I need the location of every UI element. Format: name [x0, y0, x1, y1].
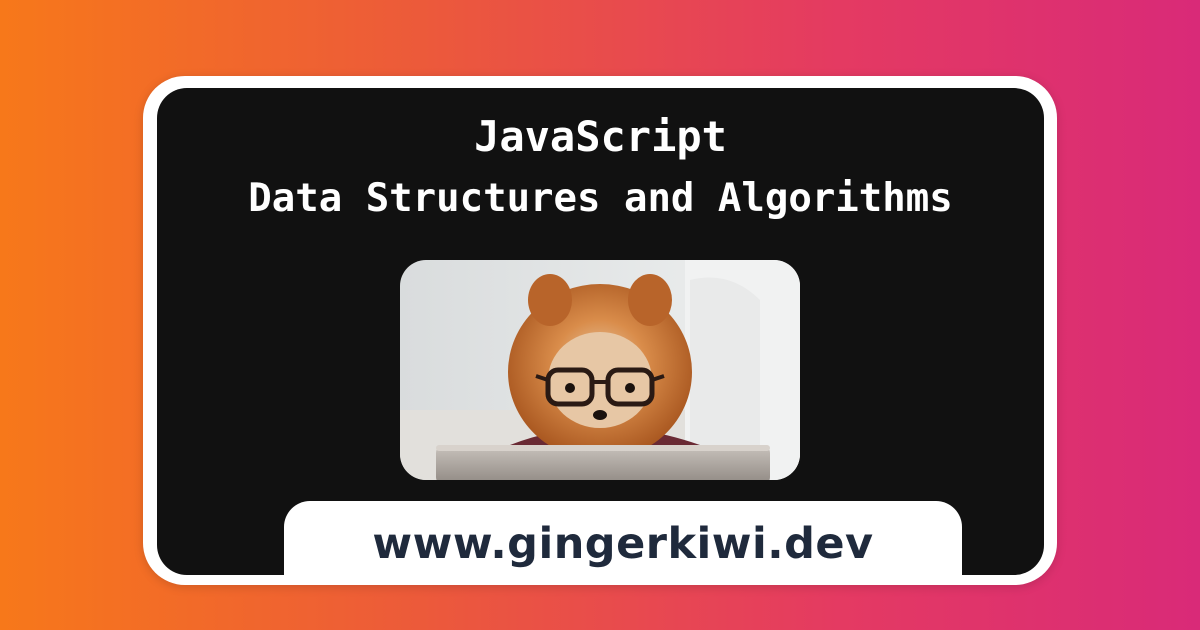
title-line-2: Data Structures and Algorithms — [248, 176, 953, 221]
dog-photo-illustration — [400, 260, 800, 480]
card: JavaScript Data Structures and Algorithm… — [157, 88, 1044, 575]
dog-photo — [400, 260, 800, 480]
title-line-1: JavaScript — [474, 112, 727, 161]
site-url[interactable]: www.gingerkiwi.dev — [284, 519, 962, 569]
url-tab: www.gingerkiwi.dev — [284, 501, 962, 575]
